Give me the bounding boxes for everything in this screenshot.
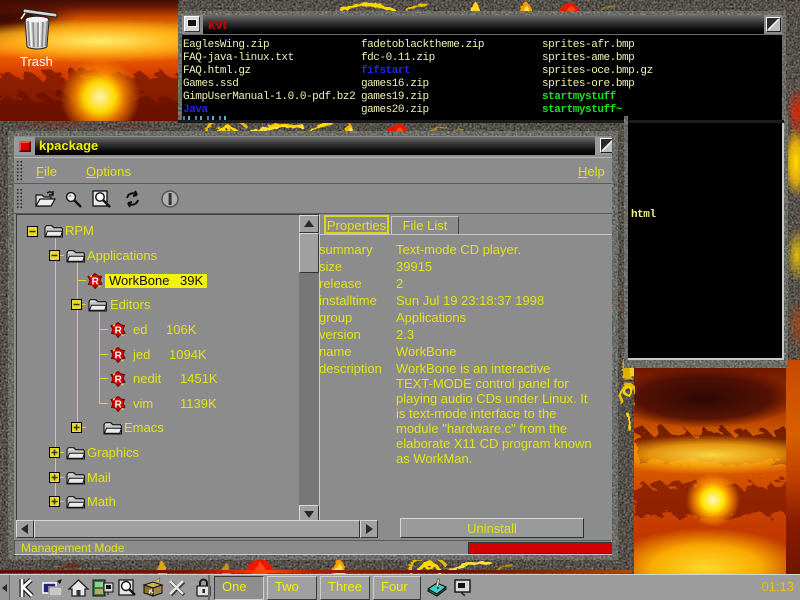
- svg-text:R: R: [115, 374, 123, 385]
- svg-text:R: R: [115, 325, 123, 336]
- svg-text:R: R: [115, 399, 123, 410]
- svg-text:R: R: [115, 350, 123, 361]
- svg-text:R: R: [92, 276, 100, 287]
